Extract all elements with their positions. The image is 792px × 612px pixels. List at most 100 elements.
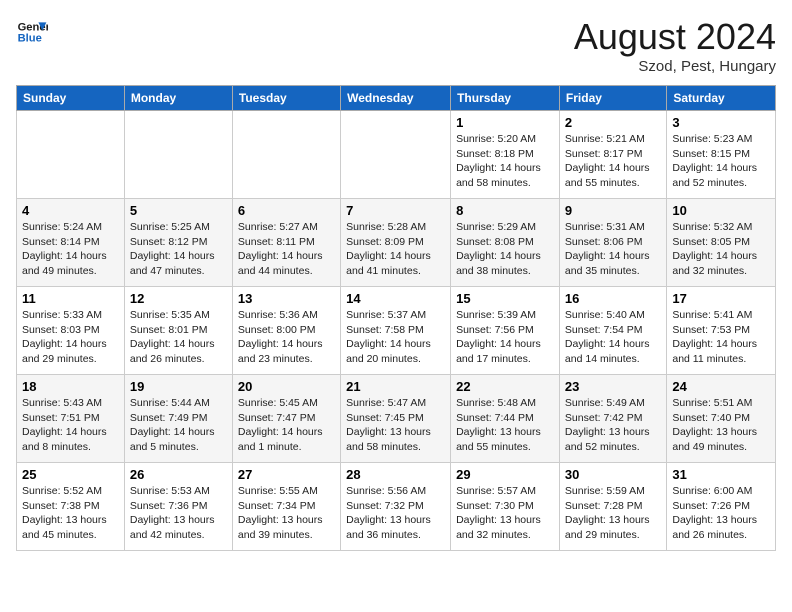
day-info: Sunrise: 5:37 AM Sunset: 7:58 PM Dayligh…: [346, 308, 445, 367]
location-subtitle: Szod, Pest, Hungary: [574, 58, 776, 75]
day-info: Sunrise: 5:24 AM Sunset: 8:14 PM Dayligh…: [22, 220, 119, 279]
day-number: 5: [130, 203, 227, 218]
day-info: Sunrise: 5:47 AM Sunset: 7:45 PM Dayligh…: [346, 396, 445, 455]
calendar-cell: 30 Sunrise: 5:59 AM Sunset: 7:28 PM Dayli…: [559, 463, 666, 551]
dow-header-sunday: Sunday: [17, 86, 125, 111]
svg-text:Blue: Blue: [18, 33, 42, 45]
day-info: Sunrise: 5:52 AM Sunset: 7:38 PM Dayligh…: [22, 484, 119, 543]
logo: General Blue: [16, 16, 52, 48]
day-number: 15: [456, 291, 554, 306]
day-info: Sunrise: 5:51 AM Sunset: 7:40 PM Dayligh…: [672, 396, 770, 455]
calendar-cell: 27Sunrise: 5:55 AM Sunset: 7:34 PM Dayli…: [232, 463, 340, 551]
day-number: 9: [565, 203, 661, 218]
dow-header-thursday: Thursday: [451, 86, 560, 111]
week-row-4: 18 Sunrise: 5:43 AM Sunset: 7:51 PM Dayli…: [17, 375, 776, 463]
week-row-5: 25Sunrise: 5:52 AM Sunset: 7:38 PM Dayli…: [17, 463, 776, 551]
day-info: Sunrise: 5:29 AM Sunset: 8:08 PM Dayligh…: [456, 220, 554, 279]
dow-header-monday: Monday: [124, 86, 232, 111]
day-info: Sunrise: 5:36 AM Sunset: 8:00 PM Dayligh…: [238, 308, 335, 367]
day-number: 13: [238, 291, 335, 306]
calendar-cell: 8 Sunrise: 5:29 AM Sunset: 8:08 PM Daylig…: [451, 199, 560, 287]
calendar-cell: 21 Sunrise: 5:47 AM Sunset: 7:45 PM Dayli…: [341, 375, 451, 463]
calendar-cell: 3Sunrise: 5:23 AM Sunset: 8:15 PM Daylig…: [667, 111, 776, 199]
day-number: 20: [238, 379, 335, 394]
calendar-cell: 13 Sunrise: 5:36 AM Sunset: 8:00 PM Dayli…: [232, 287, 340, 375]
day-number: 23: [565, 379, 661, 394]
day-info: Sunrise: 5:28 AM Sunset: 8:09 PM Dayligh…: [346, 220, 445, 279]
calendar-cell: 12 Sunrise: 5:35 AM Sunset: 8:01 PM Dayli…: [124, 287, 232, 375]
calendar-body: 1Sunrise: 5:20 AM Sunset: 8:18 PM Daylig…: [17, 111, 776, 551]
week-row-1: 1Sunrise: 5:20 AM Sunset: 8:18 PM Daylig…: [17, 111, 776, 199]
week-row-2: 4 Sunrise: 5:24 AM Sunset: 8:14 PM Daylig…: [17, 199, 776, 287]
month-year-title: August 2024: [574, 16, 776, 58]
day-number: 8: [456, 203, 554, 218]
day-info: Sunrise: 5:49 AM Sunset: 7:42 PM Dayligh…: [565, 396, 661, 455]
calendar-cell: [232, 111, 340, 199]
calendar-table: SundayMondayTuesdayWednesdayThursdayFrid…: [16, 85, 776, 551]
day-info: Sunrise: 5:43 AM Sunset: 7:51 PM Dayligh…: [22, 396, 119, 455]
page-header: General Blue August 2024 Szod, Pest, Hun…: [16, 16, 776, 75]
calendar-cell: [124, 111, 232, 199]
day-info: Sunrise: 6:00 AM Sunset: 7:26 PM Dayligh…: [672, 484, 770, 543]
day-number: 10: [672, 203, 770, 218]
day-info: Sunrise: 5:32 AM Sunset: 8:05 PM Dayligh…: [672, 220, 770, 279]
calendar-cell: 23 Sunrise: 5:49 AM Sunset: 7:42 PM Dayli…: [559, 375, 666, 463]
day-number: 6: [238, 203, 335, 218]
day-info: Sunrise: 5:41 AM Sunset: 7:53 PM Dayligh…: [672, 308, 770, 367]
calendar-cell: 20 Sunrise: 5:45 AM Sunset: 7:47 PM Dayli…: [232, 375, 340, 463]
title-block: August 2024 Szod, Pest, Hungary: [574, 16, 776, 75]
day-number: 26: [130, 467, 227, 482]
calendar-cell: 6Sunrise: 5:27 AM Sunset: 8:11 PM Daylig…: [232, 199, 340, 287]
day-info: Sunrise: 5:55 AM Sunset: 7:34 PM Dayligh…: [238, 484, 335, 543]
day-of-week-header-row: SundayMondayTuesdayWednesdayThursdayFrid…: [17, 86, 776, 111]
day-number: 21: [346, 379, 445, 394]
day-number: 22: [456, 379, 554, 394]
day-info: Sunrise: 5:21 AM Sunset: 8:17 PM Dayligh…: [565, 132, 661, 191]
day-number: 28: [346, 467, 445, 482]
day-info: Sunrise: 5:35 AM Sunset: 8:01 PM Dayligh…: [130, 308, 227, 367]
day-number: 1: [456, 115, 554, 130]
calendar-cell: 22Sunrise: 5:48 AM Sunset: 7:44 PM Dayli…: [451, 375, 560, 463]
dow-header-friday: Friday: [559, 86, 666, 111]
day-info: Sunrise: 5:23 AM Sunset: 8:15 PM Dayligh…: [672, 132, 770, 191]
calendar-cell: [341, 111, 451, 199]
calendar-cell: 25Sunrise: 5:52 AM Sunset: 7:38 PM Dayli…: [17, 463, 125, 551]
calendar-cell: 29Sunrise: 5:57 AM Sunset: 7:30 PM Dayli…: [451, 463, 560, 551]
day-info: Sunrise: 5:33 AM Sunset: 8:03 PM Dayligh…: [22, 308, 119, 367]
calendar-cell: 10 Sunrise: 5:32 AM Sunset: 8:05 PM Dayli…: [667, 199, 776, 287]
day-info: Sunrise: 5:53 AM Sunset: 7:36 PM Dayligh…: [130, 484, 227, 543]
day-number: 18: [22, 379, 119, 394]
day-number: 14: [346, 291, 445, 306]
day-number: 11: [22, 291, 119, 306]
day-number: 2: [565, 115, 661, 130]
day-info: Sunrise: 5:56 AM Sunset: 7:32 PM Dayligh…: [346, 484, 445, 543]
day-info: Sunrise: 5:40 AM Sunset: 7:54 PM Dayligh…: [565, 308, 661, 367]
day-number: 4: [22, 203, 119, 218]
calendar-cell: 19Sunrise: 5:44 AM Sunset: 7:49 PM Dayli…: [124, 375, 232, 463]
dow-header-tuesday: Tuesday: [232, 86, 340, 111]
day-number: 24: [672, 379, 770, 394]
day-number: 29: [456, 467, 554, 482]
calendar-cell: 17Sunrise: 5:41 AM Sunset: 7:53 PM Dayli…: [667, 287, 776, 375]
day-number: 30: [565, 467, 661, 482]
calendar-cell: [17, 111, 125, 199]
day-number: 7: [346, 203, 445, 218]
day-info: Sunrise: 5:39 AM Sunset: 7:56 PM Dayligh…: [456, 308, 554, 367]
day-info: Sunrise: 5:25 AM Sunset: 8:12 PM Dayligh…: [130, 220, 227, 279]
calendar-cell: 14 Sunrise: 5:37 AM Sunset: 7:58 PM Dayli…: [341, 287, 451, 375]
calendar-cell: 9 Sunrise: 5:31 AM Sunset: 8:06 PM Daylig…: [559, 199, 666, 287]
day-info: Sunrise: 5:31 AM Sunset: 8:06 PM Dayligh…: [565, 220, 661, 279]
week-row-3: 11 Sunrise: 5:33 AM Sunset: 8:03 PM Dayli…: [17, 287, 776, 375]
dow-header-saturday: Saturday: [667, 86, 776, 111]
day-number: 16: [565, 291, 661, 306]
day-number: 12: [130, 291, 227, 306]
calendar-cell: 26 Sunrise: 5:53 AM Sunset: 7:36 PM Dayli…: [124, 463, 232, 551]
day-info: Sunrise: 5:45 AM Sunset: 7:47 PM Dayligh…: [238, 396, 335, 455]
calendar-cell: 1Sunrise: 5:20 AM Sunset: 8:18 PM Daylig…: [451, 111, 560, 199]
day-number: 19: [130, 379, 227, 394]
logo-icon: General Blue: [16, 16, 48, 48]
calendar-cell: 16 Sunrise: 5:40 AM Sunset: 7:54 PM Dayli…: [559, 287, 666, 375]
calendar-cell: 5 Sunrise: 5:25 AM Sunset: 8:12 PM Daylig…: [124, 199, 232, 287]
day-info: Sunrise: 5:59 AM Sunset: 7:28 PM Dayligh…: [565, 484, 661, 543]
dow-header-wednesday: Wednesday: [341, 86, 451, 111]
